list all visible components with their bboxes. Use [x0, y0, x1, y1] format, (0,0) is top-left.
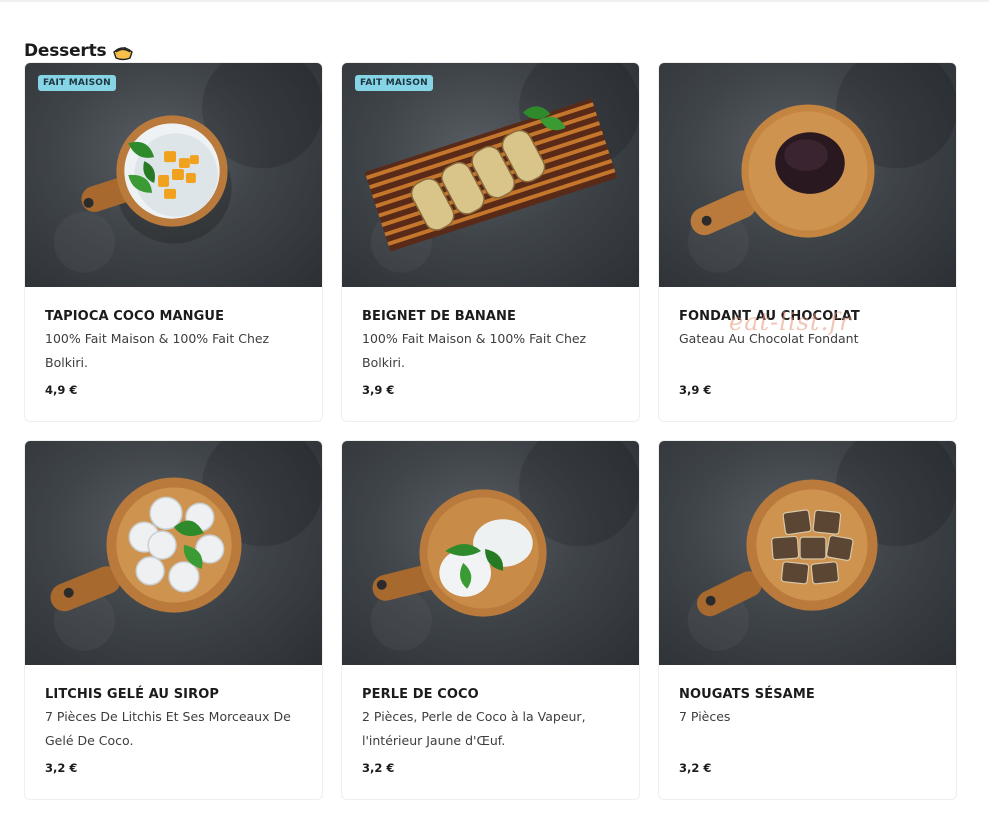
- menu-card[interactable]: FAIT MAISON BEIGNET DE BANANE 100% Fait …: [341, 62, 640, 422]
- homemade-badge: FAIT MAISON: [38, 75, 116, 91]
- homemade-badge: FAIT MAISON: [355, 75, 433, 91]
- dish-name: NOUGATS SÉSAME: [679, 687, 815, 702]
- dish-name: BEIGNET DE BANANE: [362, 309, 517, 324]
- pie-icon: [112, 40, 134, 62]
- dish-price: 3,9 €: [679, 383, 712, 397]
- dish-photo-banana-fritters: FAIT MAISON: [342, 63, 639, 287]
- dish-description: 2 Pièces, Perle de Coco à la Vapeur, l'i…: [362, 709, 586, 748]
- dish-name: PERLE DE COCO: [362, 687, 479, 702]
- dish-name: LITCHIS GELÉ AU SIROP: [45, 687, 220, 702]
- dish-price: 3,2 €: [679, 761, 712, 775]
- dish-price: 3,9 €: [362, 383, 395, 397]
- menu-card[interactable]: NOUGATS SÉSAME 7 Pièces 3,2 €: [658, 440, 957, 800]
- dish-description: Gateau Au Chocolat Fondant: [679, 331, 859, 346]
- dish-name: TAPIOCA COCO MANGUE: [45, 309, 225, 324]
- menu-card[interactable]: FONDANT AU CHOCOLAT Gateau Au Chocolat F…: [658, 62, 957, 422]
- dish-photo-tapioca: FAIT MAISON: [25, 63, 322, 287]
- top-divider: [0, 0, 989, 2]
- menu-card[interactable]: LITCHIS GELÉ AU SIROP 7 Pièces De Litchi…: [24, 440, 323, 800]
- menu-card[interactable]: FAIT MAISON TAPIOCA COCO MANGUE 100% Fai…: [24, 62, 323, 422]
- dish-description: 100% Fait Maison & 100% Fait Chez Bolkir…: [362, 331, 587, 370]
- menu-grid: FAIT MAISON TAPIOCA COCO MANGUE 100% Fai…: [24, 62, 957, 800]
- dish-photo-chocolate-fondant: [659, 63, 956, 287]
- dish-description: 100% Fait Maison & 100% Fait Chez Bolkir…: [45, 331, 270, 370]
- section-title: Desserts: [24, 40, 134, 62]
- section-title-text: Desserts: [24, 41, 107, 62]
- dish-description: 7 Pièces: [679, 709, 731, 724]
- dish-price: 3,2 €: [362, 761, 395, 775]
- dish-price: 3,2 €: [45, 761, 78, 775]
- dish-photo-coconut-pearls: [342, 441, 639, 665]
- dish-photo-litchi: [25, 441, 322, 665]
- dish-photo-sesame-nougats: [659, 441, 956, 665]
- dish-description: 7 Pièces De Litchis Et Ses Morceaux De G…: [45, 709, 291, 748]
- menu-card[interactable]: PERLE DE COCO 2 Pièces, Perle de Coco à …: [341, 440, 640, 800]
- dish-price: 4,9 €: [45, 383, 78, 397]
- dish-name: FONDANT AU CHOCOLAT: [679, 309, 860, 324]
